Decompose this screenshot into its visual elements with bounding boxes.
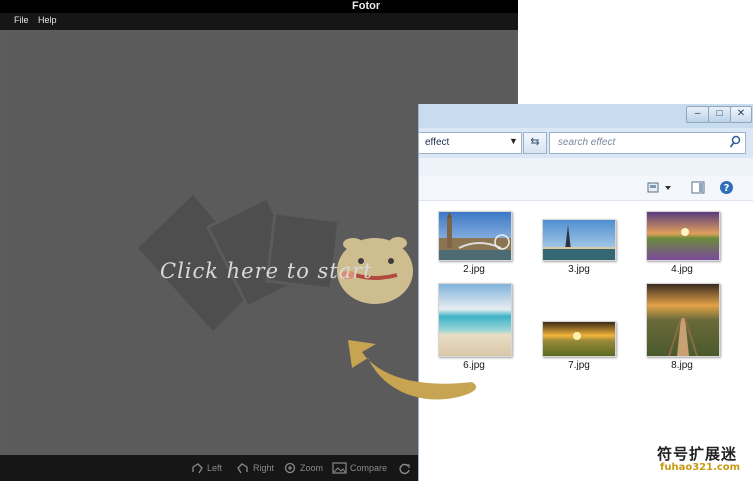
rotate-left-button[interactable]: Left — [190, 459, 222, 477]
rotate-right-label: Right — [253, 463, 275, 473]
close-button[interactable]: ✕ — [730, 106, 752, 123]
zoom-icon — [284, 462, 296, 473]
search-placeholder: search effect — [558, 137, 616, 148]
rotate-right-button[interactable]: Right — [236, 459, 274, 477]
menu-bar: File Help — [0, 13, 518, 30]
file-name: 8.jpg — [671, 360, 693, 371]
rotate-right-icon — [237, 463, 248, 474]
file-name: 2.jpg — [463, 264, 485, 275]
explorer-titlebar: – □ ✕ — [419, 104, 753, 129]
chevron-down-icon[interactable]: ▼ — [509, 136, 518, 146]
compare-label: Compare — [350, 463, 388, 473]
zoom-button[interactable]: Zoom — [284, 459, 323, 477]
menu-file[interactable]: File — [14, 15, 29, 25]
watermark-title: 符号扩展迷 — [657, 445, 738, 463]
rotate-left-icon — [192, 463, 203, 474]
watermark-url: fuhao321.com — [660, 462, 741, 473]
compare-button[interactable]: Compare — [332, 459, 387, 477]
minimize-button[interactable]: – — [686, 106, 709, 123]
file-name: 7.jpg — [568, 360, 590, 371]
maximize-button[interactable]: □ — [708, 106, 731, 123]
file-name: 3.jpg — [568, 264, 590, 275]
start-prompt[interactable]: Click here to start — [160, 259, 373, 283]
menu-help[interactable]: Help — [38, 15, 57, 25]
menu-band — [419, 158, 753, 177]
search-icon[interactable] — [729, 135, 741, 149]
address-text: effect — [425, 137, 450, 148]
address-bar[interactable]: effect ▼ — [419, 132, 522, 154]
rotate-left-label: Left — [207, 463, 223, 473]
thumbnail-boardwalk — [646, 283, 720, 357]
help-icon[interactable]: ? — [719, 180, 734, 195]
search-input[interactable]: search effect — [549, 132, 746, 154]
file-explorer-window: – □ ✕ effect ▼ ⇆ search effect ? 2.jpg 3… — [418, 104, 753, 481]
fotor-titlebar: Fotor — [0, 0, 518, 13]
app-title: Fotor — [352, 0, 381, 12]
view-options-icon[interactable] — [647, 181, 673, 195]
preview-pane-icon[interactable] — [691, 181, 705, 195]
file-name: 4.jpg — [671, 264, 693, 275]
thumbnail-paris — [542, 219, 616, 261]
explorer-toolbar: ? — [419, 176, 753, 201]
thumbnail-london — [438, 211, 512, 261]
compare-icon — [332, 462, 347, 474]
thumbnail-flower-field — [646, 211, 720, 261]
address-row: effect ▼ ⇆ search effect — [419, 128, 753, 158]
more-button[interactable] — [398, 459, 411, 477]
svg-text:?: ? — [724, 183, 730, 194]
zoom-label: Zoom — [300, 463, 324, 473]
refresh-button[interactable]: ⇆ — [523, 132, 547, 154]
thumbnail-sunset-field — [542, 321, 616, 357]
file-name: 6.jpg — [463, 360, 485, 371]
file-list: 2.jpg 3.jpg 4.jpg 6.jpg 7.jpg 8.jpg — [419, 201, 753, 481]
thumbnail-beach — [438, 283, 512, 357]
refresh-icon — [399, 463, 410, 474]
